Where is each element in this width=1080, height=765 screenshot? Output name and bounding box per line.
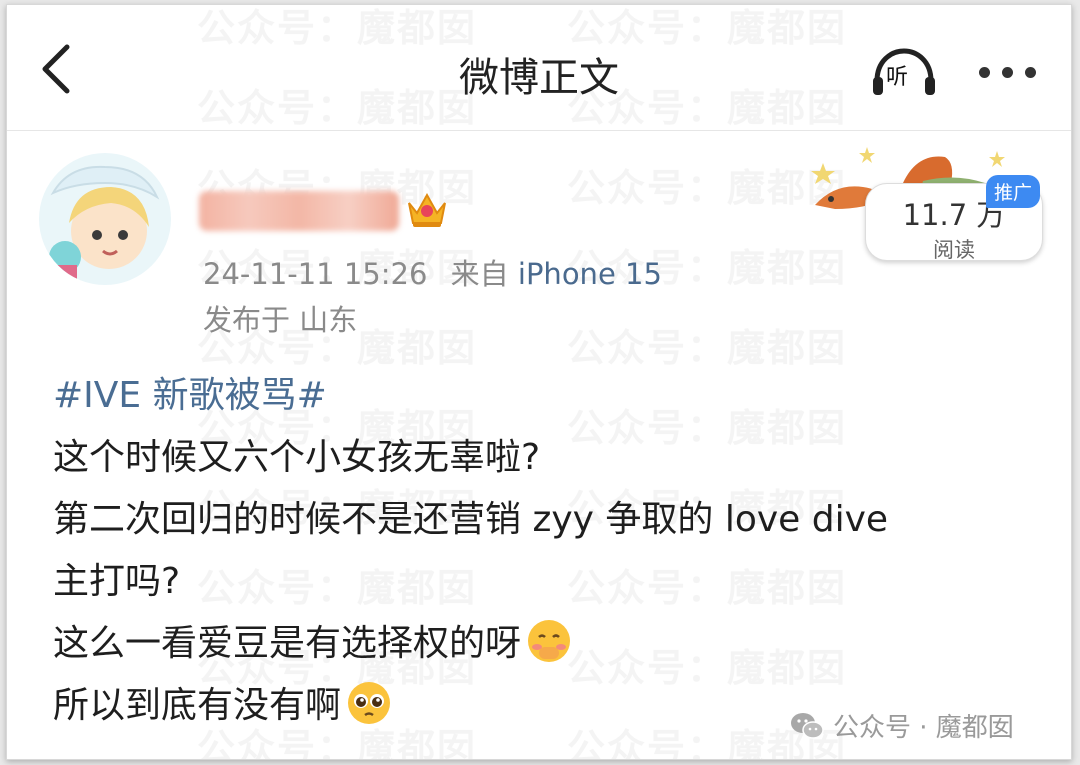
pleading-face-emoji-icon [348, 682, 391, 724]
post-text-line: 第二次回归的时候不是还营销 zyy 争取的 love dive [53, 499, 889, 540]
topic-hashtag-link[interactable]: #IVE 新歌被骂# [53, 365, 1053, 427]
post-timestamp: 24-11-11 15:26 [203, 257, 428, 291]
footer-brand-text: 公众号 · 魔都囡 [833, 713, 1014, 743]
top-nav-bar: 微博正文 听 [7, 5, 1071, 131]
post-text-line: 所以到底有没有啊 [53, 685, 342, 726]
shy-face-emoji-icon [528, 620, 571, 662]
more-dot-icon [1001, 66, 1013, 78]
anime-avatar-icon [39, 153, 171, 285]
weibo-post-screen: 公众号：魔都囡 公众号：魔都囡 公众号：魔都囡 公众号：魔都囡 公众号：魔都囡 … [6, 4, 1072, 760]
watermark: 公众号：魔都囡 [567, 317, 847, 372]
post-location: 发布于 山东 [203, 303, 358, 337]
source-prefix: 来自 [450, 257, 509, 291]
read-label: 阅读 [933, 238, 975, 262]
author-avatar[interactable] [39, 153, 171, 285]
post-text-line: 这么一看爱豆是有选择权的呀 [53, 623, 522, 664]
post-text-line: 这个时候又六个小女孩无辜啦? [53, 437, 541, 478]
more-dot-icon [978, 66, 990, 78]
author-name-blurred[interactable] [199, 191, 399, 231]
more-dot-icon [1024, 66, 1036, 78]
footer-watermark: 公众号 · 魔都囡 [789, 707, 1014, 744]
post-source-link[interactable]: iPhone 15 [518, 257, 662, 291]
post-text-line: 主打吗? [53, 561, 181, 602]
listen-label: 听 [886, 65, 909, 90]
post-text-line-with-emoji: 这么一看爱豆是有选择权的呀 [53, 613, 1053, 675]
post-meta: 24-11-11 15:26 来自 iPhone 15 [203, 251, 662, 293]
promoted-badge: 推广 [986, 175, 1041, 208]
vip-crown-icon [405, 189, 449, 229]
post-body: #IVE 新歌被骂# 这个时候又六个小女孩无辜啦? 第二次回归的时候不是还营销 … [53, 365, 1053, 737]
more-options-button[interactable] [975, 59, 1039, 85]
wechat-icon [791, 712, 824, 739]
listen-button[interactable]: 听 [869, 47, 939, 99]
